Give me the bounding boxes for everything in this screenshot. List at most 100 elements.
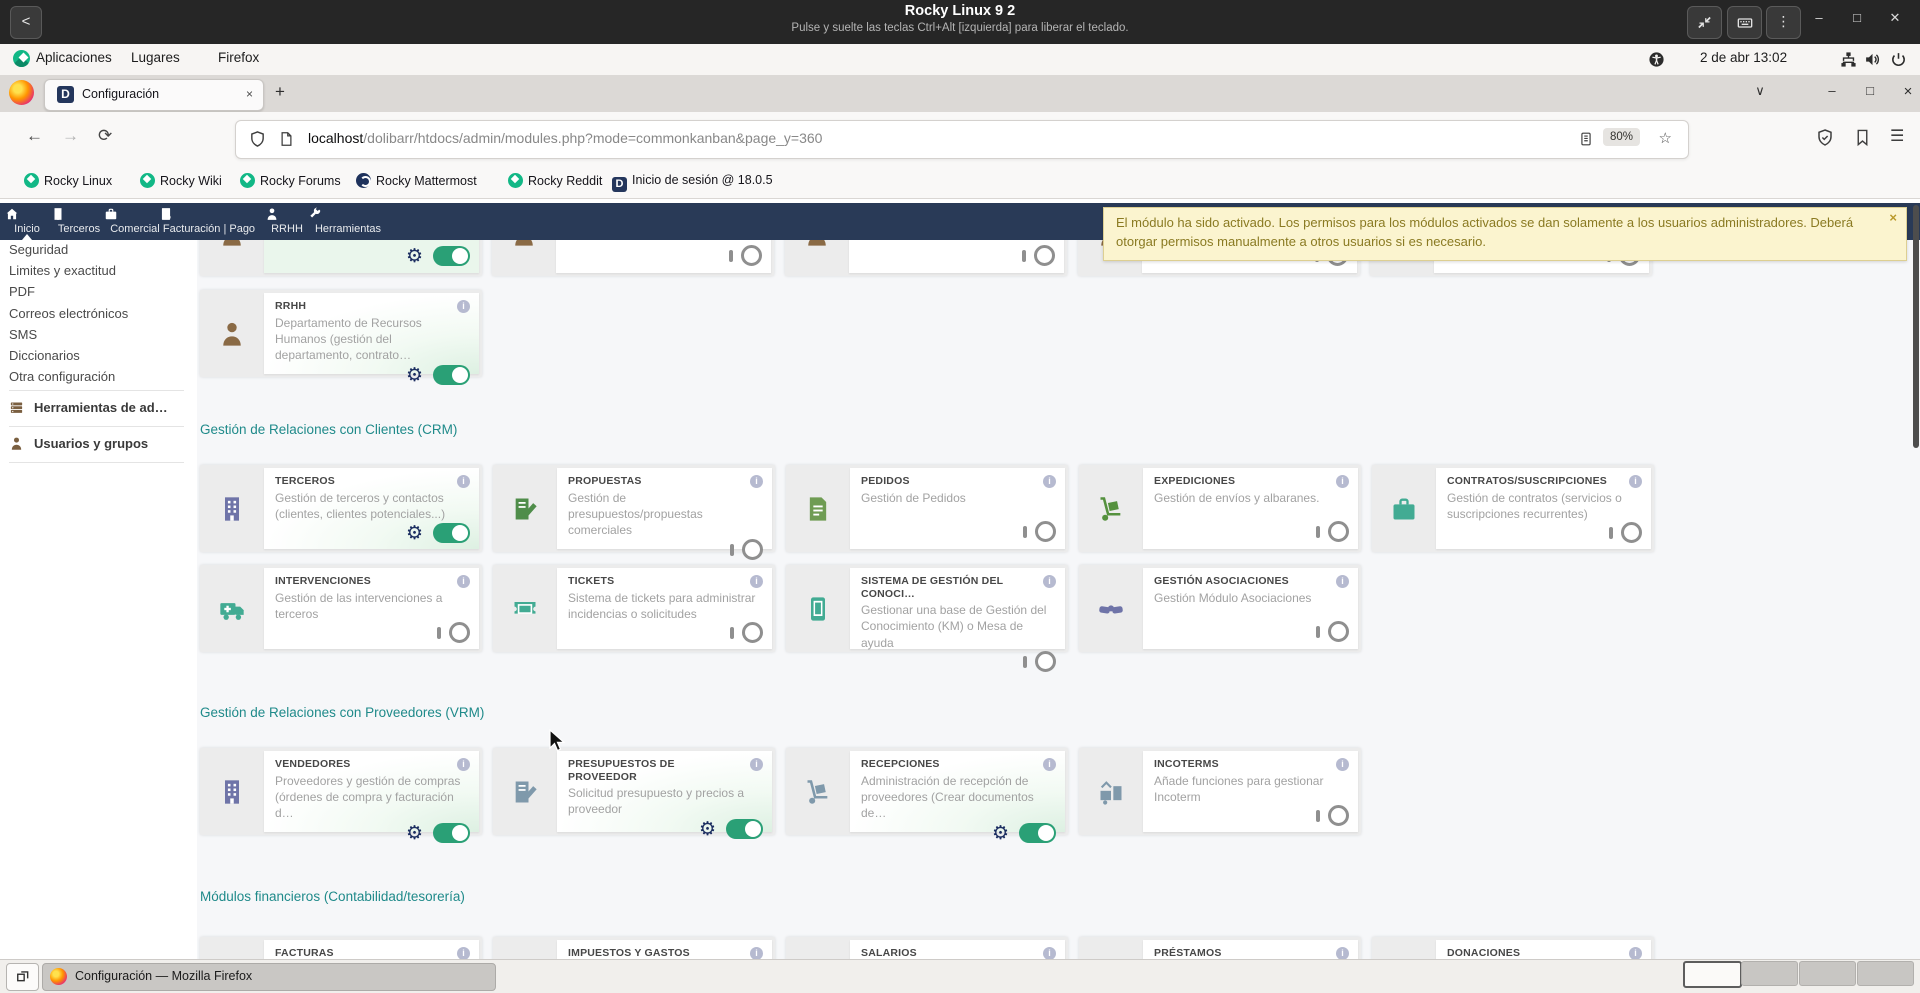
- module-toggle-off[interactable]: [1315, 621, 1349, 643]
- module-card-intervenciones[interactable]: INTERVENCIONESiGestión de las intervenci…: [200, 565, 482, 652]
- module-settings-gear-icon[interactable]: ⚙: [406, 364, 423, 386]
- vm-fullscreen-button[interactable]: [1687, 6, 1722, 39]
- sidebar-item-usuarios-y-grupos[interactable]: Usuarios y grupos: [9, 436, 148, 451]
- info-icon[interactable]: i: [1629, 475, 1642, 488]
- module-toggle-on[interactable]: [726, 819, 763, 839]
- module-settings-gear-icon[interactable]: ⚙: [406, 522, 423, 544]
- module-toggle-off[interactable]: [729, 539, 763, 561]
- bookmark-star-icon[interactable]: ☆: [1659, 129, 1672, 147]
- module-toggle-on[interactable]: [433, 823, 470, 843]
- hamburger-menu-icon[interactable]: ☰: [1890, 126, 1904, 146]
- sidebar-item-otra-configuraci-n[interactable]: Otra configuración: [9, 369, 115, 384]
- bookmark-rocky-forums[interactable]: Rocky Forums: [240, 173, 341, 191]
- vm-keyboard-button[interactable]: [1727, 6, 1762, 39]
- volume-icon[interactable]: [1864, 51, 1881, 68]
- notification-close-icon[interactable]: ×: [1889, 210, 1897, 225]
- info-icon[interactable]: i: [1336, 758, 1349, 771]
- menu-tab-comercial[interactable]: Comercial: [104, 203, 166, 240]
- vm-minimize-button[interactable]: –: [1806, 10, 1832, 25]
- network-icon[interactable]: [1840, 51, 1857, 68]
- taskbar-firefox-task[interactable]: Configuración — Mozilla Firefox: [42, 963, 496, 991]
- module-toggle-off[interactable]: [436, 622, 470, 644]
- bookmark-inicio-de-sesi-n-18-0-5[interactable]: DInicio de sesión @ 18.0.5: [612, 173, 773, 191]
- module-card-incoterms[interactable]: INCOTERMSiAñade funciones para gestionar…: [1079, 748, 1361, 835]
- info-icon[interactable]: i: [750, 947, 763, 959]
- info-icon[interactable]: i: [1043, 947, 1056, 959]
- new-tab-button[interactable]: +: [275, 82, 285, 102]
- info-icon[interactable]: i: [1336, 475, 1349, 488]
- info-icon[interactable]: i: [457, 300, 470, 313]
- module-card-propuestas[interactable]: PROPUESTASiGestión de presupuestos/propu…: [493, 465, 775, 552]
- module-card-fragment-0[interactable]: grupos⚙: [200, 240, 482, 276]
- module-card-pedidos[interactable]: PEDIDOSiGestión de Pedidos: [786, 465, 1068, 552]
- menu-tab-inicio[interactable]: Inicio: [5, 203, 49, 240]
- menu-tab-herramientas[interactable]: Herramientas: [308, 203, 388, 240]
- reload-button[interactable]: ⟳: [98, 126, 112, 146]
- module-settings-gear-icon[interactable]: ⚙: [406, 245, 423, 267]
- sidebar-item-herramientas-de-ad[interactable]: Herramientas de ad…: [9, 400, 168, 415]
- bookmark-rocky-linux[interactable]: Rocky Linux: [24, 173, 112, 191]
- module-card-donaciones[interactable]: DONACIONESi: [1372, 937, 1654, 959]
- info-icon[interactable]: i: [750, 758, 763, 771]
- vm-menu-button[interactable]: ⋮: [1766, 6, 1801, 39]
- scrollbar-thumb[interactable]: [1913, 205, 1919, 448]
- back-button[interactable]: ←: [26, 126, 43, 146]
- module-toggle-off[interactable]: [1022, 521, 1056, 543]
- window-minimize-button[interactable]: –: [1820, 83, 1844, 98]
- vm-maximize-button[interactable]: □: [1844, 10, 1870, 25]
- info-icon[interactable]: i: [1629, 947, 1642, 959]
- module-card-pr-stamos[interactable]: PRÉSTAMOSi: [1079, 937, 1361, 959]
- module-toggle-on[interactable]: [433, 246, 470, 266]
- window-close-button[interactable]: ×: [1896, 83, 1920, 100]
- info-icon[interactable]: i: [750, 575, 763, 588]
- info-icon[interactable]: i: [750, 475, 763, 488]
- tab-close-icon[interactable]: ×: [246, 87, 253, 101]
- module-toggle-off[interactable]: [1021, 245, 1055, 267]
- bookmark-rocky-wiki[interactable]: Rocky Wiki: [140, 173, 222, 191]
- module-card-salarios[interactable]: SALARIOSi: [786, 937, 1068, 959]
- sidebar-item-seguridad[interactable]: Seguridad: [9, 242, 68, 257]
- info-icon[interactable]: i: [457, 947, 470, 959]
- module-toggle-off[interactable]: [728, 245, 762, 267]
- module-toggle-off[interactable]: [1315, 805, 1349, 827]
- power-icon[interactable]: [1890, 51, 1907, 68]
- bookmark-rocky-mattermost[interactable]: Rocky Mattermost: [356, 173, 477, 191]
- pocket-icon[interactable]: [1854, 128, 1871, 147]
- module-card-vendedores[interactable]: VENDEDORESiProveedores y gestión de comp…: [200, 748, 482, 835]
- gnome-current-app[interactable]: Firefox: [218, 50, 259, 65]
- module-card-fragment-2[interactable]: una base de los empleados: [785, 240, 1067, 276]
- module-card-contratos-suscripciones[interactable]: CONTRATOS/SUSCRIPCIONESiGestión de contr…: [1372, 465, 1654, 552]
- info-icon[interactable]: i: [1043, 758, 1056, 771]
- module-card-terceros[interactable]: TERCEROSiGestión de terceros y contactos…: [200, 465, 482, 552]
- vm-close-button[interactable]: ✕: [1882, 10, 1908, 26]
- module-card-tickets[interactable]: TICKETSiSistema de tickets para administ…: [493, 565, 775, 652]
- menu-tab-facturaci-n-pago[interactable]: Facturación | Pago: [159, 203, 259, 240]
- sidebar-item-limites-y-exactitud[interactable]: Limites y exactitud: [9, 263, 116, 278]
- module-toggle-off[interactable]: [729, 622, 763, 644]
- module-card-fragment-1[interactable]: asociación: [492, 240, 774, 276]
- module-toggle-off[interactable]: [1608, 522, 1642, 544]
- workspace-button-1[interactable]: [1683, 961, 1742, 988]
- forward-button[interactable]: →: [62, 126, 79, 146]
- module-card-presupuestos-de-proveedor[interactable]: PRESUPUESTOS DE PROVEEDORiSolicitud pres…: [493, 748, 775, 835]
- info-icon[interactable]: i: [1043, 575, 1056, 588]
- module-card-sistema-de-gesti-n-del-conoci[interactable]: SISTEMA DE GESTIÓN DEL CONOCI…iGestionar…: [786, 565, 1068, 652]
- bookmark-rocky-reddit[interactable]: Rocky Reddit: [508, 173, 602, 191]
- window-list-button[interactable]: [6, 963, 39, 991]
- module-toggle-off[interactable]: [1022, 651, 1056, 673]
- gnome-places-menu[interactable]: Lugares: [131, 50, 180, 65]
- module-card-impuestos-y-gastos-especiales[interactable]: IMPUESTOS Y GASTOS ESPECIALESi: [493, 937, 775, 959]
- info-icon[interactable]: i: [1336, 947, 1349, 959]
- tracking-shield-icon[interactable]: [249, 130, 266, 148]
- gnome-applications-menu[interactable]: Aplicaciones: [36, 50, 112, 65]
- module-toggle-off[interactable]: [1315, 521, 1349, 543]
- list-tabs-button[interactable]: ∨: [1748, 83, 1772, 99]
- info-icon[interactable]: i: [1043, 475, 1056, 488]
- workspace-button-4[interactable]: [1857, 961, 1914, 986]
- sidebar-item-correos-electr-nicos[interactable]: Correos electrónicos: [9, 306, 128, 321]
- module-card-recepciones[interactable]: RECEPCIONESiAdministración de recepción …: [786, 748, 1068, 835]
- module-card-rrhh[interactable]: RRHHiDepartamento de Recursos Humanos (g…: [200, 290, 482, 377]
- protections-icon[interactable]: [1816, 128, 1834, 147]
- sidebar-item-pdf[interactable]: PDF: [9, 284, 35, 299]
- module-settings-gear-icon[interactable]: ⚙: [699, 818, 716, 840]
